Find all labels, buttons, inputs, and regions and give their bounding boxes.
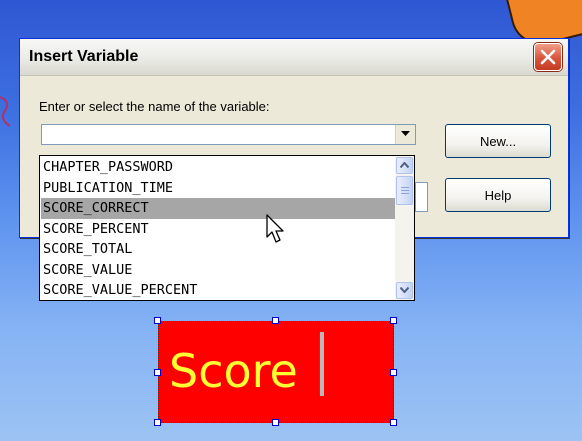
variable-dropdown-list[interactable]: CHAPTER_PASSWORD PUBLICATION_TIME SCORE_…: [39, 155, 415, 301]
list-item[interactable]: SCORE_PERCENT: [41, 219, 395, 240]
variable-list-items: CHAPTER_PASSWORD PUBLICATION_TIME SCORE_…: [41, 157, 395, 301]
combobox-dropdown-button[interactable]: [395, 125, 415, 144]
dialog-title: Insert Variable: [29, 48, 139, 65]
resize-handle-bottom-left[interactable]: [154, 419, 161, 426]
thumb-grip: [401, 190, 409, 191]
score-label: Score: [169, 344, 298, 398]
chevron-down-icon: [401, 131, 410, 136]
list-item[interactable]: SCORE_TOTAL: [41, 239, 395, 260]
scroll-up-icon: [400, 162, 409, 168]
stage-canvas: Insert Variable Enter or select the name…: [0, 0, 582, 441]
variable-prompt-label: Enter or select the name of the variable…: [39, 99, 270, 114]
variable-name-input[interactable]: [42, 125, 392, 144]
scroll-thumb[interactable]: [396, 176, 413, 205]
resize-handle-right[interactable]: [390, 369, 397, 376]
close-icon: [540, 49, 556, 65]
resize-handle-bottom-right[interactable]: [390, 419, 397, 426]
resize-handle-bottom[interactable]: [272, 419, 279, 426]
resize-handle-top[interactable]: [272, 317, 279, 324]
resize-handle-top-right[interactable]: [390, 317, 397, 324]
resize-handle-left[interactable]: [154, 369, 161, 376]
decorative-scribble: [0, 96, 11, 127]
list-item[interactable]: SCORE_VALUE_PERCENT: [41, 280, 395, 301]
dialog-titlebar[interactable]: Insert Variable: [20, 39, 568, 76]
list-item-selected[interactable]: SCORE_CORRECT: [41, 198, 395, 219]
scroll-up-button[interactable]: [396, 157, 413, 174]
variable-combobox[interactable]: [41, 124, 416, 145]
thumb-grip: [401, 193, 409, 194]
scroll-down-icon: [400, 287, 409, 293]
text-insertion-caret: [319, 332, 324, 396]
list-item[interactable]: PUBLICATION_TIME: [41, 178, 395, 199]
resize-handle-top-left[interactable]: [154, 317, 161, 324]
thumb-grip: [401, 187, 409, 188]
new-button[interactable]: New...: [445, 124, 551, 158]
score-text-box[interactable]: Score: [158, 321, 394, 423]
list-item[interactable]: SCORE_VALUE: [41, 260, 395, 281]
obscured-field: [415, 182, 428, 212]
scroll-down-button[interactable]: [396, 282, 413, 299]
help-button[interactable]: Help: [445, 178, 551, 212]
list-item[interactable]: CHAPTER_PASSWORD: [41, 157, 395, 178]
close-button[interactable]: [534, 43, 562, 71]
mouse-pointer-icon: [266, 214, 284, 243]
list-scrollbar[interactable]: [395, 156, 414, 300]
